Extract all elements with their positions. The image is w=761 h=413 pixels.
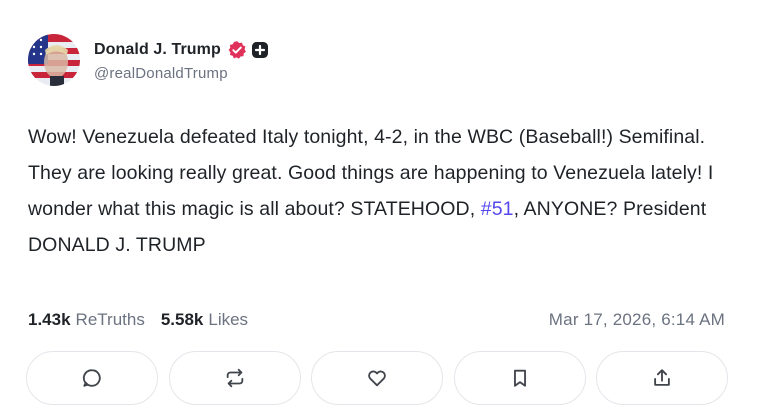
retruths-count[interactable]: 1.43k [28, 310, 71, 330]
author-handle[interactable]: @realDonaldTrump [94, 65, 269, 82]
retruths-label[interactable]: ReTruths [76, 310, 145, 330]
reply-button[interactable] [26, 351, 158, 405]
likes-label[interactable]: Likes [208, 310, 248, 330]
verified-check-icon [227, 40, 247, 60]
likes-count[interactable]: 5.58k [161, 310, 204, 330]
reply-icon [82, 369, 101, 387]
bookmark-icon [513, 369, 526, 387]
post-timestamp[interactable]: Mar 17, 2026, 6:14 AM [549, 310, 725, 330]
like-button[interactable] [311, 351, 443, 405]
share-button[interactable] [596, 351, 728, 405]
heart-icon [368, 370, 386, 387]
retruth-button[interactable] [168, 351, 301, 405]
hashtag-link[interactable]: #51 [481, 198, 514, 220]
post-actions [26, 351, 728, 405]
share-icon [654, 369, 670, 386]
avatar[interactable] [28, 34, 80, 86]
plus-badge-icon [251, 41, 269, 59]
post-text: Wow! Venezuela defeated Italy tonight, 4… [28, 119, 734, 263]
author-display-name[interactable]: Donald J. Trump [94, 41, 221, 59]
bookmark-button[interactable] [453, 351, 586, 405]
post-header: Donald J. Trump @realDonaldTrump [28, 33, 269, 87]
avatar-image [28, 34, 80, 86]
post-stats: 1.43k ReTruths 5.58k Likes Mar 17, 2026,… [28, 307, 725, 333]
retruth-icon [226, 368, 243, 388]
